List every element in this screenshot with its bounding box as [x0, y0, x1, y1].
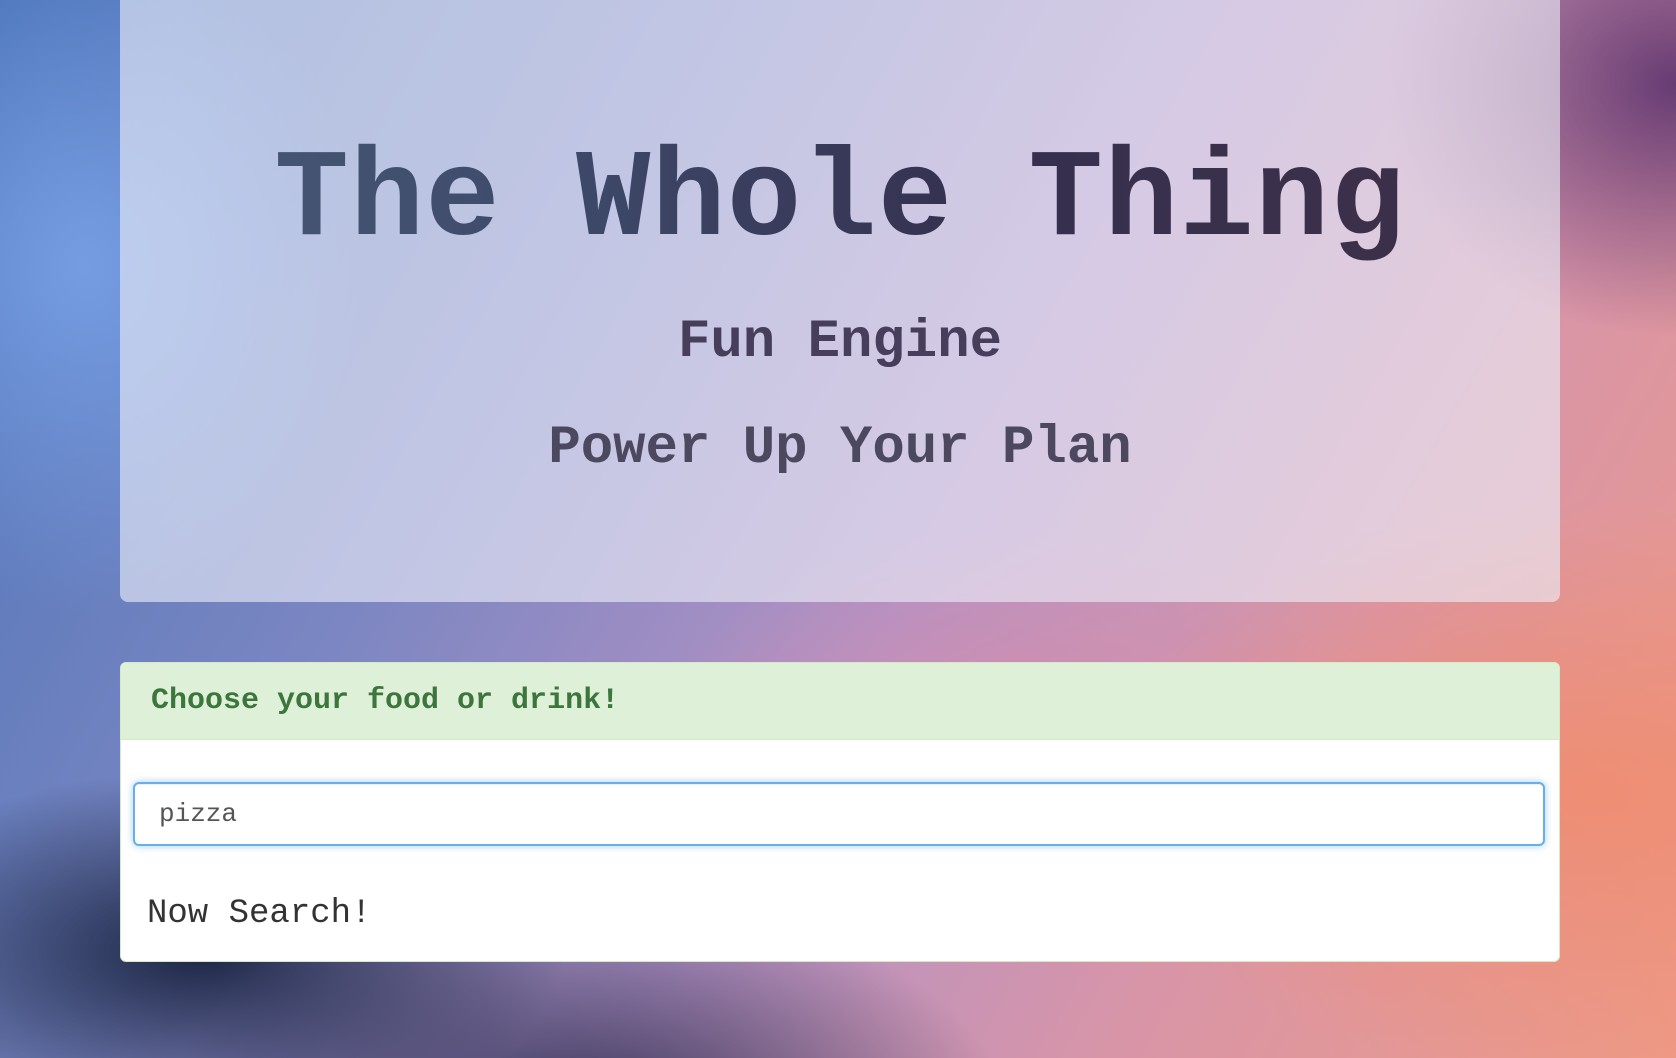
hero-jumbotron: The Whole Thing Fun Engine Power Up Your… [120, 0, 1560, 602]
site-tagline: Power Up Your Plan [548, 418, 1132, 479]
search-panel: Choose your food or drink! Now Search! [120, 662, 1560, 962]
food-search-input[interactable] [133, 782, 1545, 846]
site-title: The Whole Thing [120, 132, 1560, 272]
site-subtitle: Fun Engine [677, 312, 1003, 373]
search-button[interactable]: Now Search! [147, 895, 371, 933]
panel-heading: Choose your food or drink! [121, 663, 1559, 740]
